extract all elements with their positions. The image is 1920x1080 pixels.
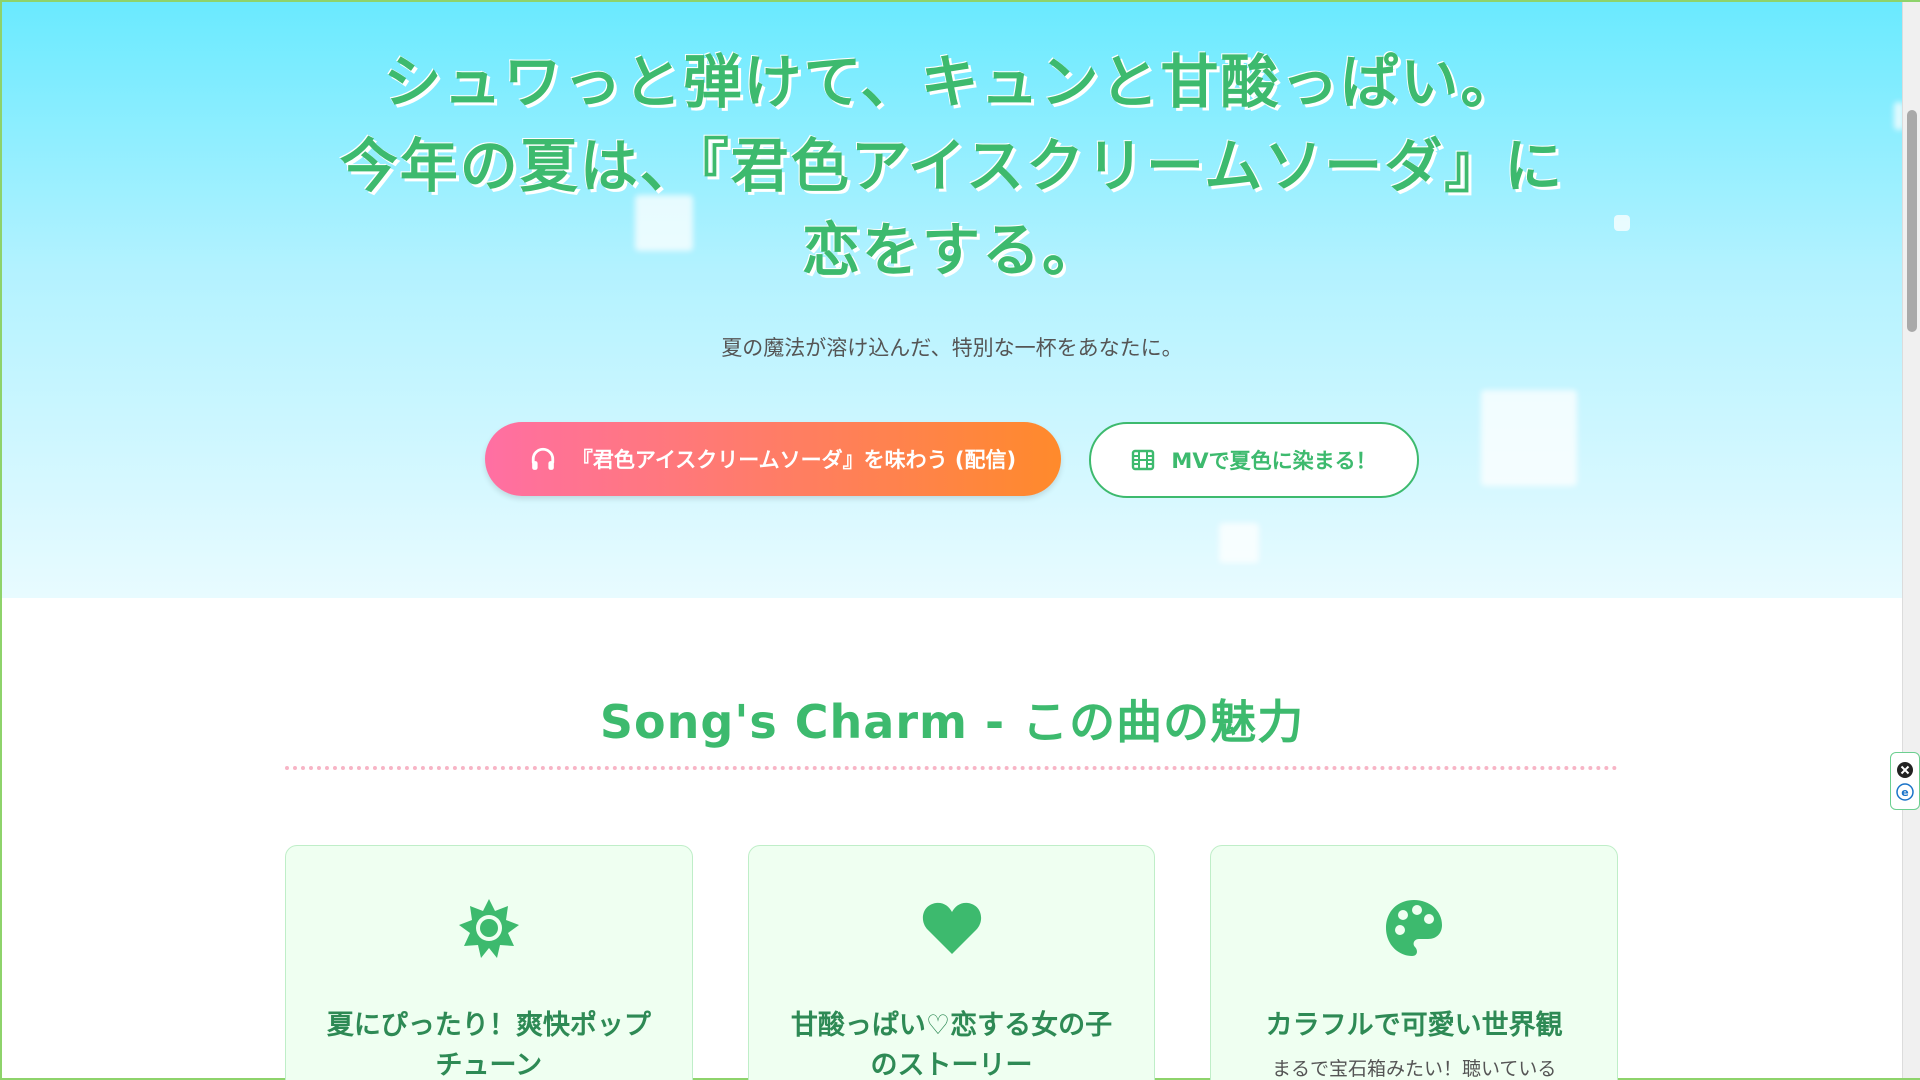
vertical-scrollbar[interactable]	[1902, 2, 1920, 1078]
hero-section: シュワっと弾けて、キュンと甘酸っぱい。 今年の夏は、『君色アイスクリームソーダ』…	[2, 2, 1902, 598]
dotted-divider	[285, 766, 1618, 770]
hero-subline: 夏の魔法が溶け込んだ、特別な一杯をあなたに。	[721, 336, 1183, 360]
sun-icon	[458, 899, 519, 958]
cta-row: 『君色アイスクリームソーダ』を味わう (配信) MVで夏色に染まる！	[2, 422, 1902, 498]
card-text: まるで宝石箱みたい！聴いている	[1271, 1058, 1557, 1080]
svg-text:e: e	[1901, 786, 1908, 799]
watch-mv-button[interactable]: MVで夏色に染まる！	[1089, 422, 1419, 498]
section-title: Song's Charm - この曲の魅力	[599, 695, 1305, 749]
charm-card-list: 夏にぴったり！爽快ポップチューン 甘酸っぱい♡恋する女の子のストーリー カラフル…	[285, 845, 1619, 1080]
palette-icon	[1386, 900, 1443, 956]
headline-line-2: 今年の夏は、『君色アイスクリームソーダ』に	[339, 132, 1565, 200]
listen-button-label: 『君色アイスクリームソーダ』を味わう (配信)	[571, 448, 1017, 472]
close-icon[interactable]	[1896, 761, 1914, 779]
listen-streaming-button[interactable]: 『君色アイスクリームソーダ』を味わう (配信)	[485, 422, 1061, 496]
mv-button-label: MVで夏色に染まる！	[1171, 449, 1377, 473]
film-icon	[1132, 449, 1155, 471]
headline-line-1: シュワっと弾けて、キュンと甘酸っぱい。	[383, 48, 1521, 116]
edge-icon[interactable]: e	[1896, 783, 1914, 801]
side-widget: e	[1890, 752, 1920, 810]
charm-card-pop-tune: 夏にぴったり！爽快ポップチューン	[285, 845, 693, 1080]
heart-icon	[922, 902, 981, 954]
hero-headline: シュワっと弾けて、キュンと甘酸っぱい。 今年の夏は、『君色アイスクリームソーダ』…	[2, 40, 1902, 292]
scrollbar-thumb[interactable]	[1907, 110, 1917, 332]
card-title: 夏にぴったり！爽快ポップチューン	[326, 1010, 651, 1080]
charm-card-colorful-world: カラフルで可愛い世界観 まるで宝石箱みたい！聴いている	[1210, 845, 1619, 1080]
card-title: 甘酸っぱい♡恋する女の子のストーリー	[790, 1010, 1113, 1080]
charm-card-love-story: 甘酸っぱい♡恋する女の子のストーリー	[747, 845, 1156, 1080]
card-title: カラフルで可愛い世界観	[1265, 1010, 1563, 1041]
headphones-icon	[531, 447, 555, 470]
headline-line-3: 恋をする。	[801, 216, 1102, 284]
decorative-bubble	[1219, 523, 1259, 563]
